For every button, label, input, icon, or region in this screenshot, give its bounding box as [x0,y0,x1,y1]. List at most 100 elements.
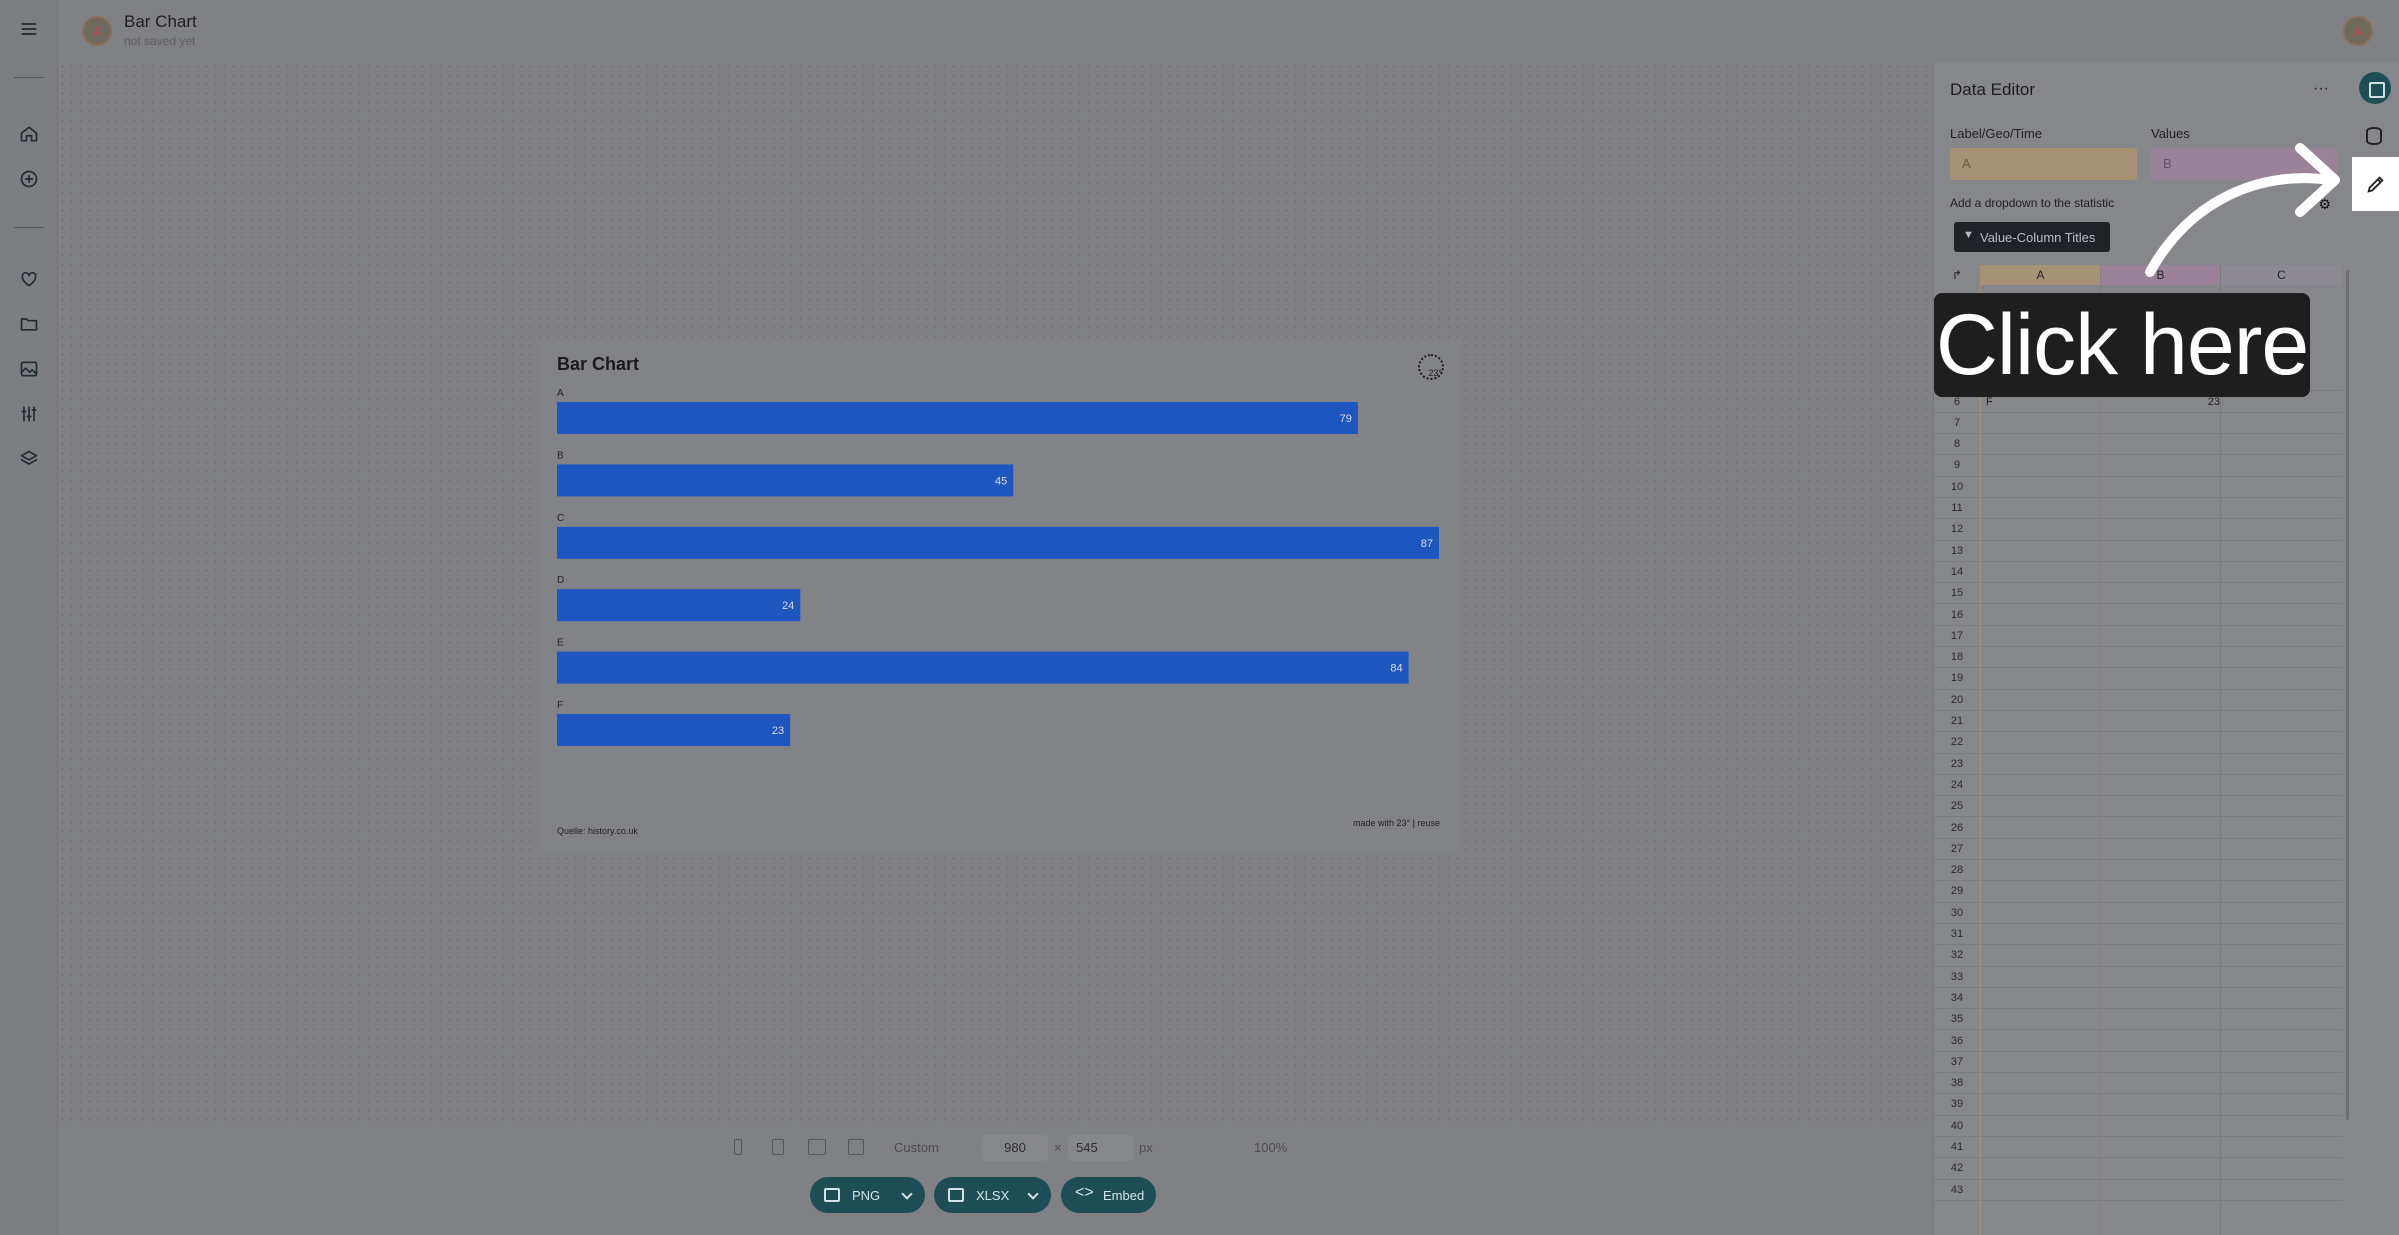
table-row[interactable]: 22 [1934,732,2342,754]
table-row[interactable]: 34 [1934,988,2342,1010]
layers-icon[interactable] [17,447,41,471]
table-row[interactable]: 23 [1934,754,2342,775]
table-row[interactable]: 19 [1934,668,2342,690]
table-row[interactable]: 37 [1934,1052,2342,1074]
bar[interactable] [557,526,1439,559]
embed-button[interactable]: <> Embed [1061,1177,1156,1213]
table-row[interactable]: 33 [1934,967,2342,988]
column-header-b[interactable]: B [2101,265,2220,285]
made-with-label[interactable]: made with 23° | reuse [1353,818,1440,828]
sliders-icon[interactable] [17,402,41,426]
label-column-field[interactable]: A [1950,148,2137,180]
row-number: 9 [1953,459,1961,472]
table-row[interactable]: 8 [1934,434,2342,456]
table-row[interactable]: 11 [1934,498,2342,520]
mobile-size-icon[interactable] [734,1139,742,1155]
table-row[interactable]: 36 [1934,1031,2342,1052]
width-input[interactable]: 980 [982,1135,1048,1161]
values-column-field[interactable]: B [2151,148,2338,180]
row-number: 12 [1950,523,1964,536]
menu-icon[interactable] [17,17,41,41]
column-header-a[interactable]: A [1981,265,2100,285]
more-icon[interactable]: ··· [2313,80,2329,98]
table-row[interactable]: 26 [1934,818,2342,839]
size-preset[interactable]: Custom [894,1140,939,1155]
database-icon[interactable] [2366,127,2382,145]
png-export-button[interactable]: PNG [810,1177,925,1213]
row-number: 15 [1950,587,1964,600]
save-icon[interactable] [2359,72,2391,104]
table-row[interactable]: 42 [1934,1158,2342,1180]
table-row[interactable]: 25 [1934,796,2342,818]
grid-line [1980,265,1981,1235]
grid-line [2100,265,2101,1235]
label-cell[interactable]: F [1986,396,1993,408]
table-row[interactable]: 17 [1934,626,2342,648]
fullscreen-icon[interactable] [848,1139,864,1155]
table-row[interactable]: 41 [1934,1137,2342,1159]
bar-category-label: F [557,700,563,711]
user-avatar[interactable]: A [2343,16,2373,46]
value-cell[interactable]: 23 [2134,396,2220,408]
value-column-titles-button[interactable]: ▼ Value-Column Titles [1954,222,2110,252]
table-row[interactable]: 13 [1934,541,2342,562]
table-row[interactable]: 7 [1934,413,2342,435]
document-title[interactable]: Bar Chart [124,12,197,32]
bar[interactable] [557,714,791,746]
phone-size-icon[interactable] [772,1139,784,1155]
bar-category-label: B [557,450,564,461]
table-row[interactable]: 40 [1934,1116,2342,1137]
table-row[interactable]: 12 [1934,519,2342,541]
chevron-down-icon[interactable] [901,1188,913,1200]
table-row[interactable]: 29 [1934,881,2342,903]
bar[interactable] [557,589,801,622]
avatar[interactable]: A [82,16,112,46]
table-row[interactable]: 14 [1934,562,2342,584]
add-icon[interactable] [17,167,41,191]
chart-card[interactable]: Bar Chart 23° A 79 B 45 C 87 D 24 E 84 F 23 Quelle:… [539,340,1462,852]
column-header-c[interactable]: C [2221,265,2342,285]
xlsx-export-button[interactable]: XLSX [934,1177,1051,1213]
bar[interactable] [557,651,1409,684]
image-icon [824,1188,840,1202]
top-bar: A Bar Chart not saved yet [58,0,2399,62]
table-row[interactable]: 20 [1934,690,2342,711]
unit-select[interactable]: px [1139,1140,1153,1155]
bar-value-label: 87 [1421,538,1433,550]
label-column-title: Label/Geo/Time [1950,126,2043,141]
edit-data-button[interactable] [2352,157,2399,211]
table-row[interactable]: 31 [1934,924,2342,946]
height-input[interactable]: 545 [1068,1135,1134,1161]
image-icon[interactable] [17,357,41,381]
corner-icon[interactable]: ↱ [1934,265,1980,285]
table-row[interactable]: 38 [1934,1073,2342,1095]
gear-icon[interactable]: ⚙ [2318,196,2331,213]
chevron-down-icon[interactable] [1027,1188,1039,1200]
right-toolbar [2349,62,2399,1235]
bar[interactable] [557,464,1014,497]
row-number: 36 [1950,1034,1964,1047]
table-row[interactable]: 10 [1934,477,2342,498]
table-row[interactable]: 28 [1934,860,2342,882]
table-row[interactable]: 30 [1934,903,2342,924]
table-row[interactable]: 39 [1934,1094,2342,1116]
table-row[interactable]: 43 [1934,1180,2342,1201]
table-row[interactable]: 27 [1934,839,2342,861]
row-number: 30 [1950,906,1964,919]
laptop-size-icon[interactable] [808,1139,826,1155]
table-row[interactable]: 15 [1934,583,2342,605]
heart-icon[interactable] [17,267,41,291]
home-icon[interactable] [17,122,41,146]
folder-icon[interactable] [17,312,41,336]
table-row[interactable]: 16 [1934,605,2342,626]
table-row[interactable]: 21 [1934,711,2342,733]
bar[interactable] [557,402,1358,434]
table-row[interactable]: 35 [1934,1009,2342,1031]
row-number: 18 [1950,651,1964,664]
row-number: 25 [1950,800,1964,813]
table-row[interactable]: 9 [1934,455,2342,477]
table-row[interactable]: 18 [1934,647,2342,669]
table-row[interactable]: 24 [1934,775,2342,797]
zoom-level[interactable]: 100% [1254,1140,1287,1155]
table-row[interactable]: 32 [1934,945,2342,967]
